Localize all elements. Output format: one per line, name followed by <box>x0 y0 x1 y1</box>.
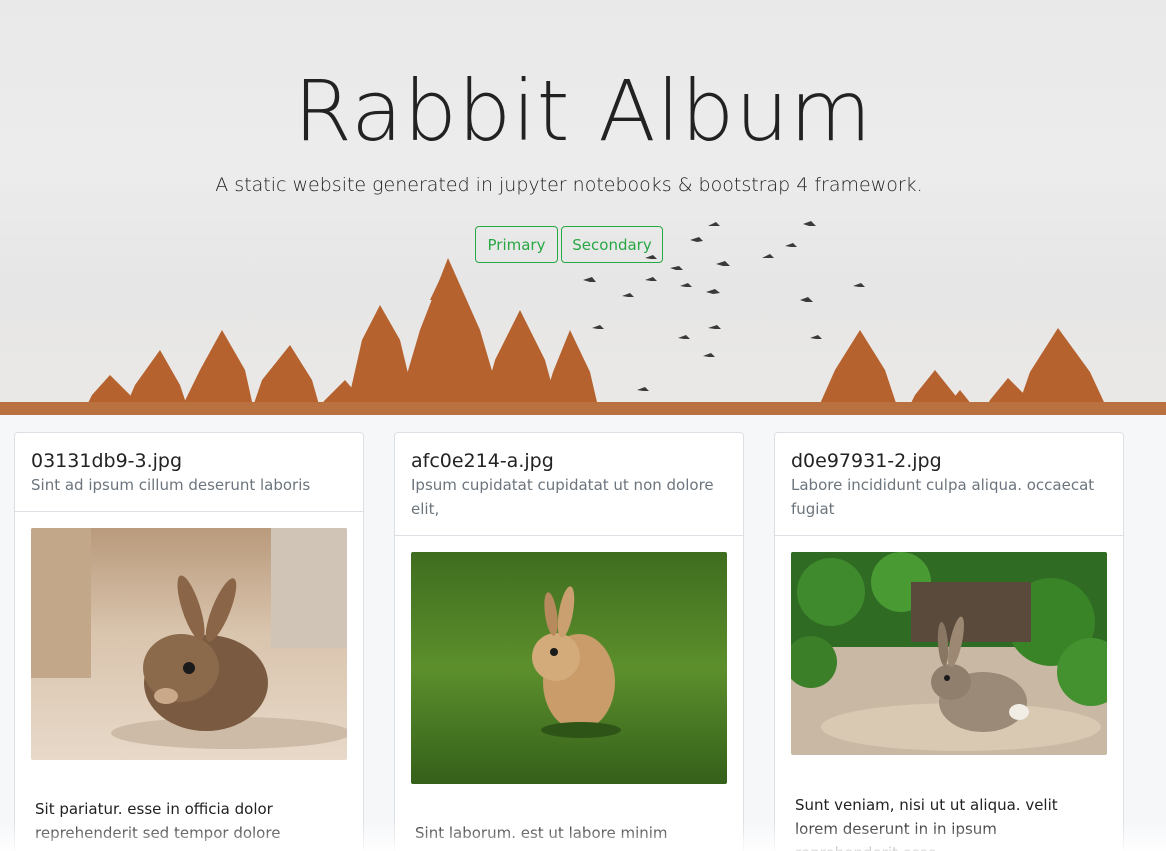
card-header: d0e97931-2.jpg Labore incididunt culpa a… <box>775 433 1123 536</box>
card-subtitle: Ipsum cupidatat cupidatat ut non dolore … <box>411 476 714 518</box>
album-card: d0e97931-2.jpg Labore incididunt culpa a… <box>774 432 1124 851</box>
card-subtitle: Labore incididunt culpa aliqua. occaecat… <box>791 476 1095 518</box>
card-title: d0e97931-2.jpg <box>791 450 942 472</box>
rabbit-photo <box>791 552 1107 755</box>
secondary-button[interactable]: Secondary <box>561 226 663 263</box>
card-title: 03131db9-3.jpg <box>31 450 183 472</box>
card-subtitle: Sint ad ipsum cillum deserunt laboris <box>31 476 311 494</box>
page-title: Rabbit Album <box>293 62 873 160</box>
primary-button[interactable]: Primary <box>475 226 558 263</box>
card-header: afc0e214-a.jpg Ipsum cupidatat cupidatat… <box>395 433 743 536</box>
rabbit-photo <box>411 552 727 784</box>
album-card: 03131db9-3.jpg Sint ad ipsum cillum dese… <box>14 432 364 851</box>
page-subtitle: A static website generated in jupyter no… <box>215 174 923 196</box>
card-header: 03131db9-3.jpg Sint ad ipsum cillum dese… <box>15 433 363 512</box>
rabbit-photo <box>31 528 347 760</box>
card-text: Sit pariatur. esse in officia dolor repr… <box>35 800 281 842</box>
card-text: Sint laborum. est ut labore minim magna <box>415 824 668 851</box>
card-text: Sunt veniam, nisi ut ut aliqua. velit lo… <box>795 796 1058 851</box>
tree-line <box>0 258 1166 415</box>
hero-banner: Rabbit Album A static website generated … <box>0 0 1166 415</box>
card-title: afc0e214-a.jpg <box>411 450 554 472</box>
album-card: afc0e214-a.jpg Ipsum cupidatat cupidatat… <box>394 432 744 851</box>
